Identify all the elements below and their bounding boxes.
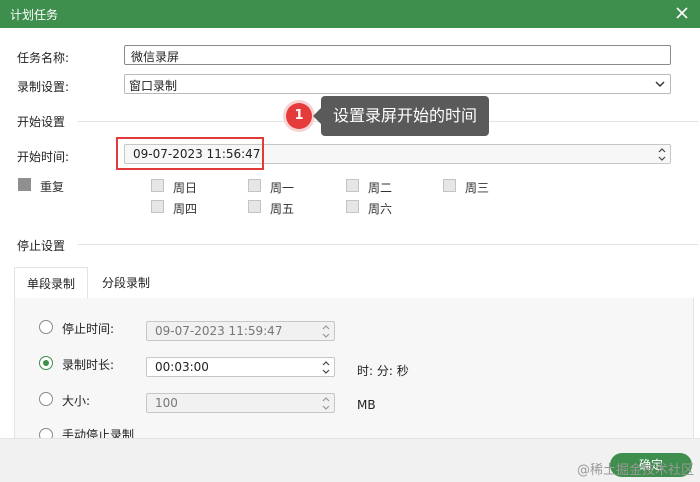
day-label-thu: 周四	[173, 202, 198, 216]
tab-segmented-recording[interactable]: 分段录制	[94, 267, 158, 299]
day-checkbox-sun[interactable]	[151, 179, 164, 192]
stop-tabs: 单段录制 分段录制	[14, 267, 694, 299]
duration-value: 00:03:00	[155, 360, 209, 374]
tooltip-arrow	[313, 108, 321, 124]
dialog-footer: 确定 @稀土掘金技术社区	[0, 438, 700, 482]
day-label-fri: 周五	[270, 202, 295, 216]
record-settings-label: 录制设置:	[17, 80, 70, 94]
duration-unit: 时: 分: 秒	[357, 364, 409, 378]
duration-radio[interactable]	[39, 356, 53, 370]
repeat-checkbox[interactable]	[18, 178, 31, 191]
tooltip-box: 设置录屏开始的时间	[321, 96, 490, 136]
task-name-value: 微信录屏	[131, 50, 180, 64]
record-settings-select[interactable]: 窗口录制	[124, 74, 671, 94]
stop-time-input[interactable]: 09-07-2023 11:59:47	[146, 321, 335, 341]
record-settings-value: 窗口录制	[129, 79, 178, 93]
duration-label: 录制时长:	[62, 358, 115, 372]
size-value: 100	[155, 396, 178, 410]
stop-time-label: 停止时间:	[62, 322, 115, 336]
task-name-label: 任务名称:	[17, 51, 70, 65]
stop-section-title: 停止设置	[17, 239, 66, 253]
stop-time-value: 09-07-2023 11:59:47	[155, 324, 283, 338]
start-section-title: 开始设置	[17, 115, 66, 129]
day-checkbox-thu[interactable]	[151, 200, 164, 213]
stop-time-radio[interactable]	[39, 320, 53, 334]
spin-arrows-icon[interactable]	[657, 146, 667, 163]
spin-arrows-icon[interactable]	[321, 323, 331, 340]
task-name-input[interactable]: 微信录屏	[124, 45, 671, 65]
stop-options-panel	[14, 298, 694, 438]
day-checkbox-sat[interactable]	[346, 200, 359, 213]
size-label: 大小:	[62, 394, 91, 408]
size-unit: MB	[357, 398, 376, 412]
highlight-box	[116, 137, 264, 170]
start-time-label: 开始时间:	[17, 150, 70, 164]
day-label-wed: 周三	[465, 181, 490, 195]
day-label-sat: 周六	[368, 202, 393, 216]
repeat-label: 重复	[40, 180, 65, 194]
manual-stop-label: 手动停止录制	[62, 428, 135, 438]
tab-single-recording[interactable]: 单段录制	[14, 267, 88, 299]
day-label-mon: 周一	[270, 181, 295, 195]
day-checkbox-mon[interactable]	[248, 179, 261, 192]
day-checkbox-tue[interactable]	[346, 179, 359, 192]
chevron-down-icon	[655, 81, 665, 87]
duration-input[interactable]: 00:03:00	[146, 357, 335, 377]
day-label-sun: 周日	[173, 181, 198, 195]
stop-section-divider	[78, 244, 698, 245]
size-input[interactable]: 100	[146, 393, 335, 413]
watermark-text: @稀土掘金技术社区	[576, 463, 694, 478]
size-radio[interactable]	[39, 392, 53, 406]
day-label-tue: 周二	[368, 181, 393, 195]
spin-arrows-icon[interactable]	[321, 395, 331, 412]
day-checkbox-fri[interactable]	[248, 200, 261, 213]
close-icon[interactable]	[674, 4, 690, 22]
day-checkbox-wed[interactable]	[443, 179, 456, 192]
step-number-badge: 1	[286, 103, 312, 129]
spin-arrows-icon[interactable]	[321, 359, 331, 376]
title-bar: 计划任务	[0, 0, 700, 28]
window-title: 计划任务	[10, 8, 59, 22]
